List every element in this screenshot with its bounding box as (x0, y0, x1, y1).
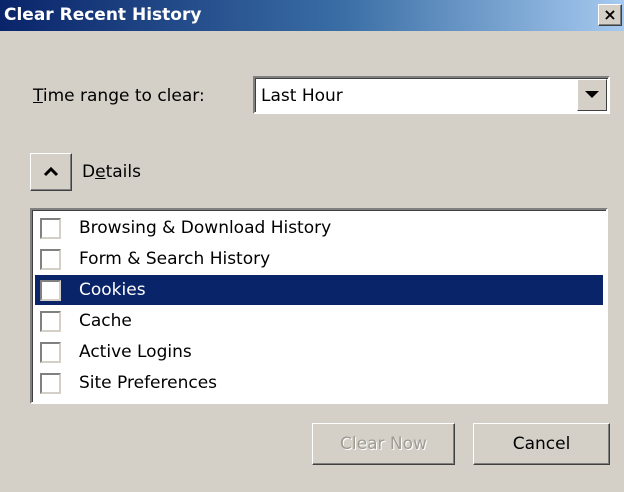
dropdown-button[interactable] (577, 79, 607, 111)
chevron-up-icon (43, 167, 59, 177)
details-toggle-button[interactable] (30, 153, 72, 191)
list-item-label: Site Preferences (79, 373, 218, 393)
checkbox[interactable] (40, 249, 61, 270)
details-label: Details (82, 162, 141, 182)
checkbox[interactable] (40, 311, 61, 332)
list-item-cache[interactable]: Cache (35, 306, 603, 336)
title-bar[interactable]: Clear Recent History × (0, 0, 624, 31)
cancel-button[interactable]: Cancel (473, 423, 610, 465)
time-range-label: Time range to clear: (33, 86, 205, 106)
close-icon: × (603, 5, 617, 24)
list-item-cookies[interactable]: Cookies (35, 275, 603, 305)
list-item-site-preferences[interactable]: Site Preferences (35, 368, 603, 398)
checkbox[interactable] (40, 218, 61, 239)
window-title: Clear Recent History (4, 5, 202, 25)
history-items-list[interactable]: Browsing & Download History Form & Searc… (30, 208, 608, 404)
checkbox[interactable] (40, 373, 61, 394)
time-range-value: Last Hour (261, 86, 343, 106)
list-item-label: Form & Search History (79, 249, 271, 269)
list-item-form-search-history[interactable]: Form & Search History (35, 244, 603, 274)
triangle-down-icon (585, 91, 599, 98)
list-item-label: Browsing & Download History (79, 218, 332, 238)
close-button[interactable]: × (598, 4, 622, 26)
clear-recent-history-dialog: Clear Recent History × Time range to cle… (0, 0, 624, 492)
checkbox[interactable] (40, 342, 61, 363)
time-range-select[interactable]: Last Hour (253, 76, 610, 114)
checkbox[interactable] (40, 280, 61, 301)
list-item-label: Active Logins (79, 342, 192, 362)
list-item-active-logins[interactable]: Active Logins (35, 337, 603, 367)
mnemonic-e: e (95, 162, 106, 182)
list-item-label: Cache (79, 311, 132, 331)
list-item-browsing-download-history[interactable]: Browsing & Download History (35, 213, 603, 243)
clear-now-button[interactable]: Clear Now (312, 423, 455, 465)
mnemonic-t: T (33, 86, 43, 106)
list-item-label: Cookies (79, 280, 146, 300)
